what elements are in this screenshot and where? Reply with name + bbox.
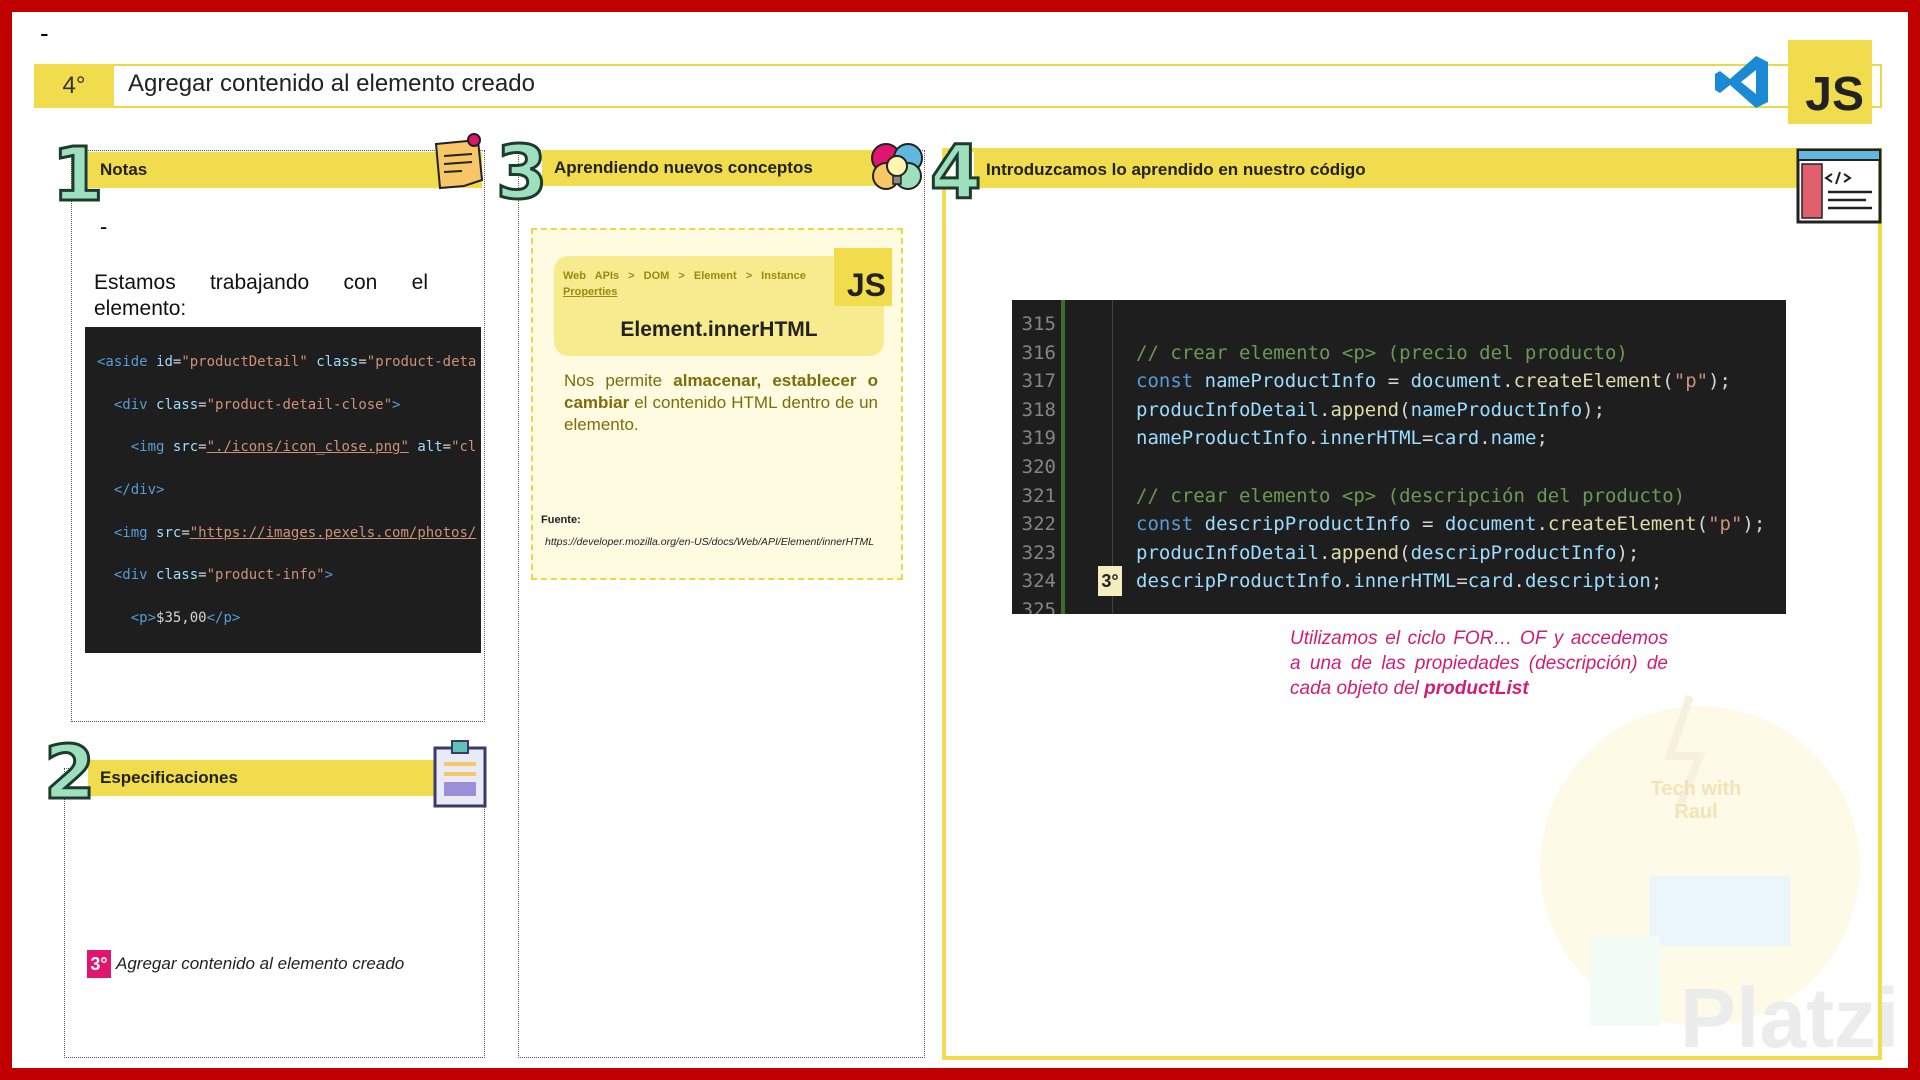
code-line: <aside id="productDetail" class="product… bbox=[97, 354, 477, 371]
code-line-321: 321// crear elemento <p> (descripción de… bbox=[1012, 482, 1765, 511]
watermark-logo-text: Tech with Raul bbox=[1650, 778, 1742, 823]
js-logo: JS bbox=[1788, 40, 1872, 124]
notes-title: Notas bbox=[88, 152, 482, 188]
clipboard-icon bbox=[433, 740, 487, 808]
notes-number: 1 bbox=[51, 132, 105, 218]
code-line-317: 317 const nameProductInfo = document.crea… bbox=[1012, 367, 1765, 396]
code-clipped-line bbox=[1012, 300, 1786, 304]
line-number: 315 bbox=[1021, 313, 1056, 335]
line-number: 323 bbox=[1021, 541, 1056, 564]
code-line: </div> bbox=[113, 482, 165, 499]
code-window-icon bbox=[1796, 148, 1882, 224]
platzi-watermark: Platzi bbox=[1680, 971, 1900, 1065]
line-number: 324 bbox=[1021, 570, 1056, 593]
specs-panel bbox=[64, 768, 485, 1058]
code-marker-badge: 3° bbox=[1098, 566, 1122, 596]
line-number: 320 bbox=[1021, 455, 1056, 478]
line-number: 325 bbox=[1021, 598, 1056, 614]
code-title: Introduzcamos lo aprendido en nuestro có… bbox=[974, 152, 1798, 188]
concepts-title: Aprendiendo nuevos conceptos bbox=[542, 150, 880, 186]
spec-item: Agregar contenido al elemento creado bbox=[116, 954, 405, 973]
spec-badge: 3° bbox=[87, 950, 111, 978]
line-number: 316 bbox=[1021, 341, 1056, 364]
specs-title: Especificaciones bbox=[88, 760, 434, 796]
js-code-block: 315 316// crear elemento <p> (precio del… bbox=[1012, 300, 1786, 614]
code-line: <div class="product-detail-close"> bbox=[113, 396, 401, 413]
line-number: 321 bbox=[1021, 484, 1056, 507]
specs-number: 2 bbox=[43, 730, 97, 816]
sticky-note-icon bbox=[434, 133, 484, 190]
step-number: 4° bbox=[34, 64, 114, 108]
code-line-323: 323 producInfoDetail.append(descripProduc… bbox=[1012, 539, 1765, 568]
line-number: 319 bbox=[1021, 427, 1056, 450]
concept-title: Element.innerHTML bbox=[620, 318, 818, 341]
line-number: 318 bbox=[1021, 398, 1056, 421]
code-line: <img src="https://images.pexels.com/phot… bbox=[113, 524, 477, 541]
step-title: Agregar contenido al elemento creado bbox=[128, 70, 535, 97]
concept-desc-pre: Nos permite bbox=[564, 371, 674, 390]
line-number: 317 bbox=[1021, 370, 1056, 393]
code-line-318: 318 producInfoDetail.append(nameProductIn… bbox=[1012, 396, 1765, 425]
line-number: 322 bbox=[1021, 513, 1056, 536]
source-url[interactable]: https://developer.mozilla.org/en-US/docs… bbox=[545, 536, 874, 548]
code-line-316: 316// crear elemento <p> (precio del pro… bbox=[1012, 339, 1765, 368]
notes-dash: - bbox=[100, 214, 108, 239]
concept-js-logo: JS bbox=[834, 248, 892, 306]
concept-breadcrumb: Web APIs > DOM > Element > Instance bbox=[563, 270, 806, 282]
code-line-319: 319 nameProductInfo.innerHTML=card.name; bbox=[1012, 424, 1765, 453]
code-comment-bold: productList bbox=[1424, 678, 1529, 699]
html-code-block: <aside id="productDetail" class="product… bbox=[85, 327, 481, 653]
code-line-324: 324 descripProductInfo.innerHTML=card.des… bbox=[1012, 567, 1765, 596]
concept-breadcrumb-link[interactable]: Properties bbox=[563, 286, 617, 298]
code-number: 4 bbox=[929, 130, 983, 216]
concept-description: Nos permite almacenar, establecer o camb… bbox=[564, 370, 878, 436]
vscode-icon bbox=[1715, 56, 1768, 108]
notes-text: Estamos trabajando con el elemento: bbox=[94, 271, 428, 320]
code-line: <div class="product-info"> bbox=[113, 567, 334, 584]
code-line: <img src="./icons/icon_close.png" alt="c… bbox=[130, 439, 477, 456]
concepts-number: 3 bbox=[495, 130, 549, 216]
code-line-322: 322 const descripProductInfo = document.c… bbox=[1012, 510, 1766, 539]
code-line-320: 320 bbox=[1012, 453, 1765, 482]
code-line-325: 325 bbox=[1012, 596, 1765, 614]
source-label: Fuente: bbox=[541, 514, 581, 526]
brain-idea-icon bbox=[871, 143, 923, 190]
code-line: <p>$35,00</p> bbox=[130, 609, 241, 626]
top-dash: - bbox=[40, 18, 49, 48]
code-line: <p>Bike</p> bbox=[97, 650, 481, 653]
code-line-315: 315 bbox=[1012, 310, 1765, 339]
